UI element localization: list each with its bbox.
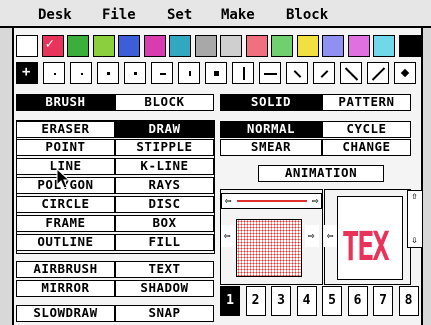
mouse-pointer-icon	[56, 168, 71, 189]
menu-block[interactable]: Block	[286, 8, 328, 22]
dot-small-brush-icon[interactable]	[70, 62, 92, 84]
color-swatch[interactable]	[322, 35, 344, 57]
dot-medium-brush-icon[interactable]	[124, 62, 146, 84]
color-swatch[interactable]	[373, 35, 395, 57]
color-swatch[interactable]	[143, 35, 166, 57]
bar-horizontal-brush-icon[interactable]	[259, 62, 281, 84]
disc-tool-button[interactable]: DISC	[115, 196, 214, 213]
screen-button[interactable]: 3	[271, 286, 291, 316]
color-swatch[interactable]	[16, 35, 38, 57]
animation-button[interactable]: ANIMATION	[258, 165, 384, 182]
menu-desk[interactable]: Desk	[38, 8, 72, 22]
outline-tool-button[interactable]: OUTLINE	[16, 234, 115, 251]
color-swatch[interactable]	[194, 35, 217, 57]
menu-set[interactable]: Set	[167, 8, 192, 22]
menu-make[interactable]: Make	[221, 8, 255, 22]
arrow-left-icon[interactable]: ⇦	[324, 229, 336, 242]
screen-button[interactable]: 5	[322, 286, 342, 316]
slowdraw-button[interactable]: SLOWDRAW	[16, 305, 115, 322]
color-swatch[interactable]	[169, 35, 191, 57]
k-line-tool-button[interactable]: K-LINE	[115, 158, 214, 175]
stipple-tool-button[interactable]: STIPPLE	[115, 139, 214, 156]
color-swatch[interactable]	[271, 35, 293, 57]
line-width-slider[interactable]: ⇦ ⇨	[221, 193, 322, 209]
pattern-preview	[236, 219, 302, 277]
bar-vertical-brush-icon[interactable]	[232, 62, 254, 84]
square-brush-icon[interactable]	[205, 62, 227, 84]
brush-mode-button[interactable]: BRUSH	[16, 94, 115, 111]
dot-medium-brush-icon[interactable]	[97, 62, 119, 84]
arrow-right-icon[interactable]: ⇨	[309, 194, 321, 207]
dot-small-brush-icon[interactable]	[43, 62, 65, 84]
text-preview: TEX	[337, 196, 403, 280]
change-mode-button[interactable]: CHANGE	[322, 139, 411, 156]
pattern-prev-button[interactable]: ⇦	[221, 225, 235, 247]
text-size-slider[interactable]: ⇧ ⇩	[407, 190, 423, 248]
color-swatch[interactable]	[245, 35, 268, 57]
slash-back-short-brush-icon[interactable]	[286, 62, 308, 84]
pattern-fill-button[interactable]: PATTERN	[322, 94, 411, 111]
screen-button[interactable]: 8	[398, 286, 419, 316]
dash-short-brush-icon[interactable]	[151, 62, 173, 84]
crosshair-brush-icon[interactable]: +	[16, 62, 38, 84]
arrow-left-icon[interactable]: ⇦	[222, 194, 234, 207]
diamond-brush-icon[interactable]	[394, 62, 416, 84]
dash-vertical-brush-icon[interactable]	[178, 62, 200, 84]
menu-file[interactable]: File	[102, 8, 136, 22]
circle-tool-button[interactable]: CIRCLE	[16, 196, 115, 213]
color-swatch[interactable]	[296, 35, 319, 57]
mirror-button[interactable]: MIRROR	[16, 280, 115, 297]
block-mode-button[interactable]: BLOCK	[115, 94, 214, 111]
snap-button[interactable]: SNAP	[115, 305, 214, 322]
color-swatch[interactable]	[220, 35, 242, 57]
text-preview-glyphs: TEX	[342, 224, 390, 270]
solid-fill-button[interactable]: SOLID	[220, 94, 322, 111]
draw-tool-button[interactable]: DRAW	[115, 121, 214, 138]
color-swatch[interactable]	[347, 35, 370, 57]
text-prev-button[interactable]: ⇦	[324, 225, 337, 247]
color-swatch[interactable]	[398, 35, 421, 57]
menu-bar: Desk File Set Make Block	[0, 0, 431, 28]
arrow-left-icon[interactable]: ⇦	[221, 229, 233, 242]
slash-short-brush-icon[interactable]	[313, 62, 335, 84]
color-swatch[interactable]	[67, 35, 89, 57]
cycle-mode-button[interactable]: CYCLE	[322, 121, 411, 138]
point-tool-button[interactable]: POINT	[16, 139, 115, 156]
shadow-button[interactable]: SHADOW	[115, 280, 214, 297]
slash-back-long-brush-icon[interactable]	[340, 62, 362, 84]
fill-tool-button[interactable]: FILL	[115, 234, 214, 251]
slash-long-brush-icon[interactable]	[367, 62, 389, 84]
arrow-down-icon[interactable]: ⇩	[408, 235, 421, 247]
line-width-preview	[237, 200, 307, 202]
pattern-next-button[interactable]: ⇨	[305, 225, 319, 247]
box-tool-button[interactable]: BOX	[115, 215, 214, 232]
eraser-tool-button[interactable]: ERASER	[16, 121, 115, 138]
normal-mode-button[interactable]: NORMAL	[220, 121, 322, 138]
smear-mode-button[interactable]: SMEAR	[220, 139, 322, 156]
frame-tool-button[interactable]: FRAME	[16, 215, 115, 232]
rays-tool-button[interactable]: RAYS	[115, 177, 214, 194]
airbrush-button[interactable]: AIRBRUSH	[16, 261, 115, 278]
screen-button[interactable]: 7	[373, 286, 393, 316]
arrow-right-icon[interactable]: ⇨	[305, 229, 317, 242]
screen-button[interactable]: 1	[220, 286, 240, 316]
color-swatch[interactable]	[92, 35, 115, 57]
screen-button[interactable]: 4	[296, 286, 317, 316]
text-button[interactable]: TEXT	[115, 261, 214, 278]
screen-button[interactable]: 2	[245, 286, 266, 316]
check-icon: ✓	[45, 36, 54, 52]
arrow-up-icon[interactable]: ⇧	[408, 191, 421, 203]
screen-button[interactable]: 6	[347, 286, 368, 316]
color-swatch[interactable]: ✓	[41, 35, 64, 57]
color-swatch[interactable]	[118, 35, 140, 57]
